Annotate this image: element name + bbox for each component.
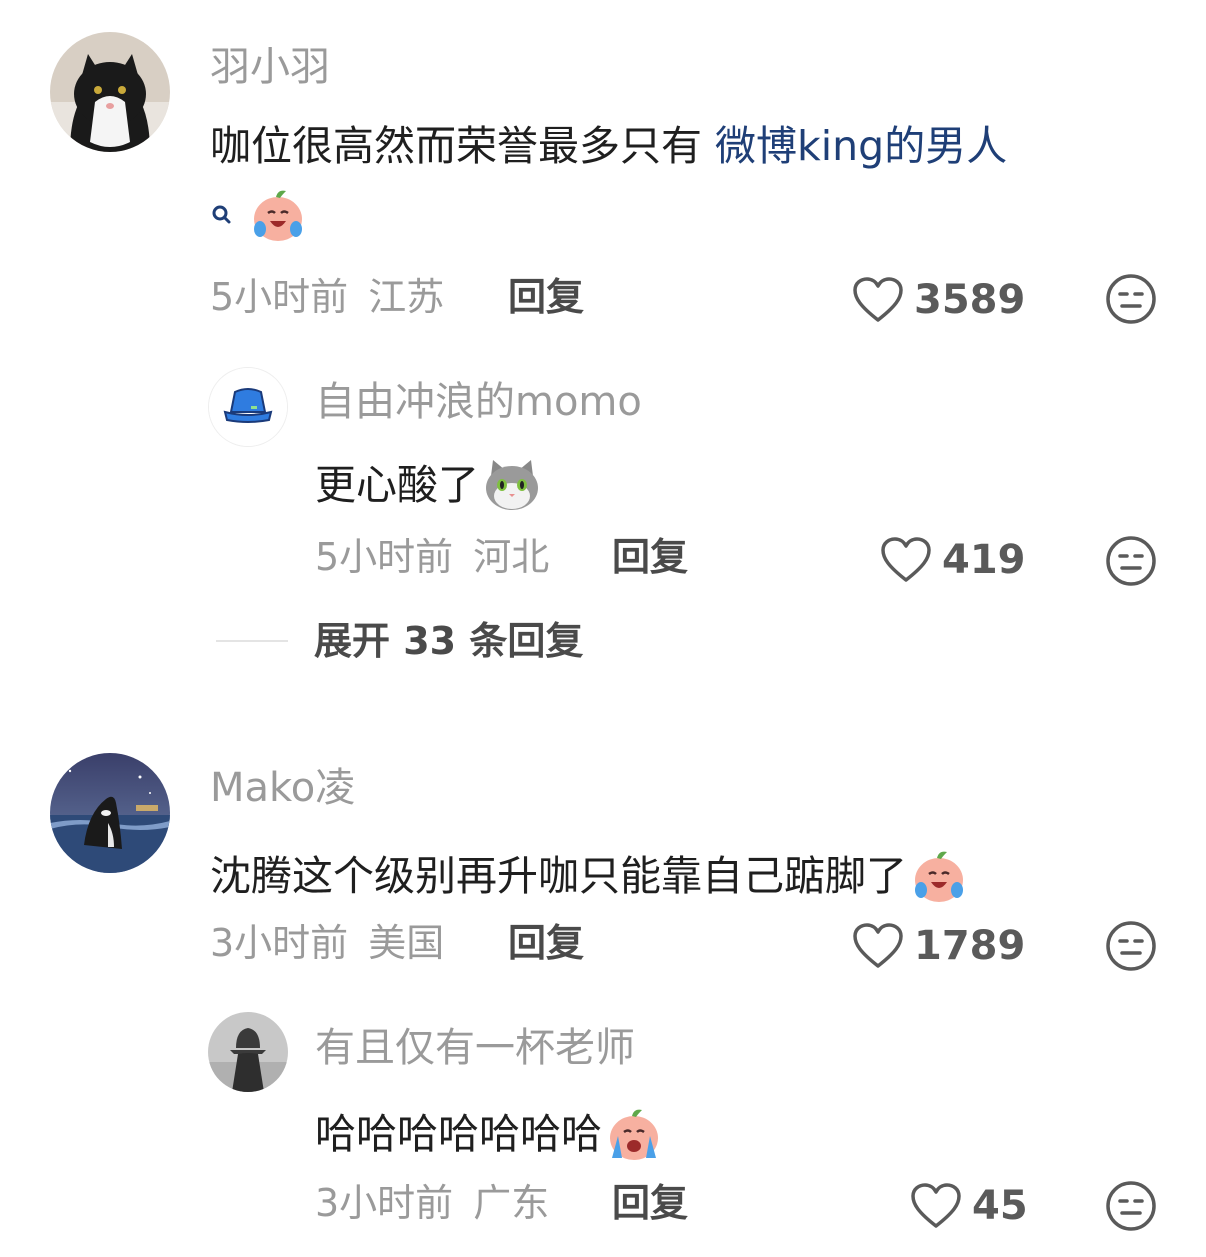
reply-button[interactable]: 回复 — [508, 924, 584, 962]
timestamp: 3小时前 — [210, 921, 349, 965]
like-count: 1789 — [914, 923, 1026, 969]
timestamp: 5小时前 — [315, 535, 454, 579]
username[interactable]: 羽小羽 — [210, 47, 330, 87]
like-button[interactable]: 45 — [910, 1182, 1028, 1230]
comment-text-body: 哈哈哈哈哈哈哈 — [315, 1109, 602, 1158]
like-button[interactable]: 3589 — [852, 276, 1025, 324]
search-link[interactable]: 微博king的男人 — [715, 122, 1007, 170]
like-count: 45 — [972, 1183, 1028, 1229]
crying-emoji-icon — [610, 1109, 658, 1160]
like-count: 419 — [942, 537, 1026, 583]
username[interactable]: 自由冲浪的momo — [315, 382, 642, 422]
expand-replies-button[interactable]: 展开 33 条回复 — [216, 622, 583, 660]
timestamp: 3小时前 — [315, 1181, 454, 1225]
comment-meta: 3小时前 美国 — [210, 924, 444, 962]
cat-face-emoji-icon — [486, 460, 538, 510]
reply-button[interactable]: 回复 — [612, 1184, 688, 1222]
crying-laugh-emoji-icon — [915, 851, 963, 902]
location: 美国 — [368, 921, 445, 965]
comment-text: 咖位很高然而荣誉最多只有 微博king的男人 — [210, 126, 1007, 167]
like-count: 3589 — [914, 277, 1026, 323]
avatar-silhouette[interactable] — [208, 1012, 288, 1092]
like-button[interactable]: 419 — [880, 536, 1026, 584]
comment-meta: 5小时前 河北 — [315, 538, 549, 576]
dislike-face-icon[interactable] — [1105, 920, 1157, 972]
avatar-cat[interactable] — [50, 32, 170, 152]
comment-text: 沈腾这个级别再升咖只能靠自己踮脚了 — [210, 846, 969, 906]
heart-icon — [881, 537, 931, 582]
location: 河北 — [473, 535, 550, 579]
avatar-orca[interactable] — [50, 753, 170, 873]
reply-button[interactable]: 回复 — [508, 278, 584, 316]
comment-text: 哈哈哈哈哈哈哈 — [315, 1104, 664, 1164]
dislike-face-icon[interactable] — [1105, 1180, 1157, 1232]
comment-meta: 5小时前 江苏 — [210, 278, 444, 316]
comment-text: 更心酸了 — [315, 458, 541, 512]
username[interactable]: 有且仅有一杯老师 — [315, 1028, 635, 1068]
expand-replies-label: 展开 33 条回复 — [314, 619, 584, 663]
avatar-bucket-hat[interactable] — [208, 367, 288, 447]
comment-text-body: 咖位很高然而荣誉最多只有 — [210, 122, 716, 170]
dislike-face-icon[interactable] — [1105, 535, 1157, 587]
heart-icon — [853, 277, 903, 322]
username[interactable]: Mako凌 — [210, 768, 355, 808]
dislike-face-icon[interactable] — [1105, 273, 1157, 325]
search-link-icon-row — [210, 185, 308, 245]
divider — [216, 640, 288, 642]
timestamp: 5小时前 — [210, 275, 349, 319]
crying-laugh-emoji-icon — [254, 190, 302, 241]
comment-meta: 3小时前 广东 — [315, 1184, 549, 1222]
search-icon[interactable] — [210, 203, 234, 227]
location: 江苏 — [368, 275, 445, 319]
heart-icon — [853, 923, 903, 968]
heart-icon — [911, 1183, 961, 1228]
comment-text-body: 更心酸了 — [315, 460, 479, 509]
reply-button[interactable]: 回复 — [612, 538, 688, 576]
like-button[interactable]: 1789 — [852, 922, 1025, 970]
location: 广东 — [473, 1181, 550, 1225]
comment-text-body: 沈腾这个级别再升咖只能靠自己踮脚了 — [210, 851, 907, 900]
